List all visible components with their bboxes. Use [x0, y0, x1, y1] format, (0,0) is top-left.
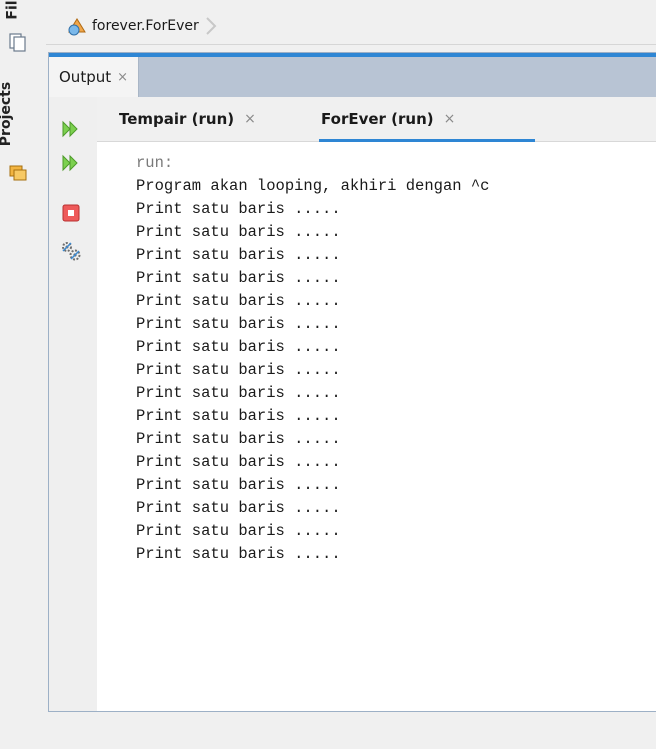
output-header: Output ×	[49, 53, 656, 97]
console-line: Program akan looping, akhiri dengan ^c	[136, 177, 490, 195]
console-line: Print satu baris .....	[136, 522, 341, 540]
run-tabs: Tempair (run) × ForEver (run) ×	[97, 97, 656, 142]
tab-label: Tempair (run)	[119, 110, 235, 128]
breadcrumb-item-class[interactable]: forever.ForEver	[92, 18, 199, 34]
console-line: Print satu baris .....	[136, 476, 341, 494]
projects-tab-label: Projects	[0, 81, 15, 147]
ide-window: Fil Projects forever.ForEver Output × Te…	[0, 0, 656, 749]
console-line: Print satu baris .....	[136, 200, 341, 218]
console-line: Print satu baris .....	[136, 384, 341, 402]
stop-icon[interactable]	[59, 201, 83, 225]
files-tab-label: Fil	[4, 0, 21, 20]
side-strip: Fil Projects	[0, 0, 46, 749]
console-line: Print satu baris .....	[136, 361, 341, 379]
console-line: Print satu baris .....	[136, 338, 341, 356]
console-lines: run: Program akan looping, akhiri dengan …	[136, 152, 489, 566]
tab-output-label: Output	[59, 68, 112, 86]
close-icon[interactable]: ×	[244, 111, 256, 127]
files-vertical-tab[interactable]: Fil	[1, 0, 31, 26]
console-line: Print satu baris .....	[136, 269, 341, 287]
console-line: Print satu baris .....	[136, 407, 341, 425]
tab-label: ForEver (run)	[321, 110, 434, 128]
tab-forever-run[interactable]: ForEver (run) ×	[321, 97, 455, 141]
console-line: Print satu baris .....	[136, 223, 341, 241]
console-line: Print satu baris .....	[136, 545, 341, 563]
projects-icon[interactable]	[8, 162, 28, 182]
output-toolbar	[49, 97, 97, 711]
close-icon[interactable]: ×	[117, 70, 128, 85]
console-output[interactable]: run: Program akan looping, akhiri dengan …	[97, 142, 656, 711]
console-line: Print satu baris .....	[136, 430, 341, 448]
console-line: Print satu baris .....	[136, 292, 341, 310]
tab-output[interactable]: Output ×	[49, 57, 140, 97]
console-line: Print satu baris .....	[136, 246, 341, 264]
projects-vertical-tab[interactable]: Projects	[0, 60, 31, 170]
chevron-right-icon	[203, 15, 219, 37]
console-line: Print satu baris .....	[136, 453, 341, 471]
console-line: Print satu baris .....	[136, 315, 341, 333]
rerun-with-options-icon[interactable]	[59, 151, 83, 175]
files-icon[interactable]	[8, 32, 28, 52]
output-active-indicator	[49, 53, 656, 57]
close-icon[interactable]: ×	[444, 111, 456, 127]
console-line: Print satu baris .....	[136, 499, 341, 517]
console-line: run:	[136, 154, 174, 172]
tab-tempair-run[interactable]: Tempair (run) ×	[119, 97, 256, 141]
rerun-icon[interactable]	[59, 117, 83, 141]
breadcrumb: forever.ForEver	[46, 8, 656, 45]
settings-icon[interactable]	[59, 239, 83, 263]
java-class-icon	[66, 15, 88, 37]
output-panel: Output × Tempair (run) × ForEver (run) ×…	[48, 52, 656, 712]
